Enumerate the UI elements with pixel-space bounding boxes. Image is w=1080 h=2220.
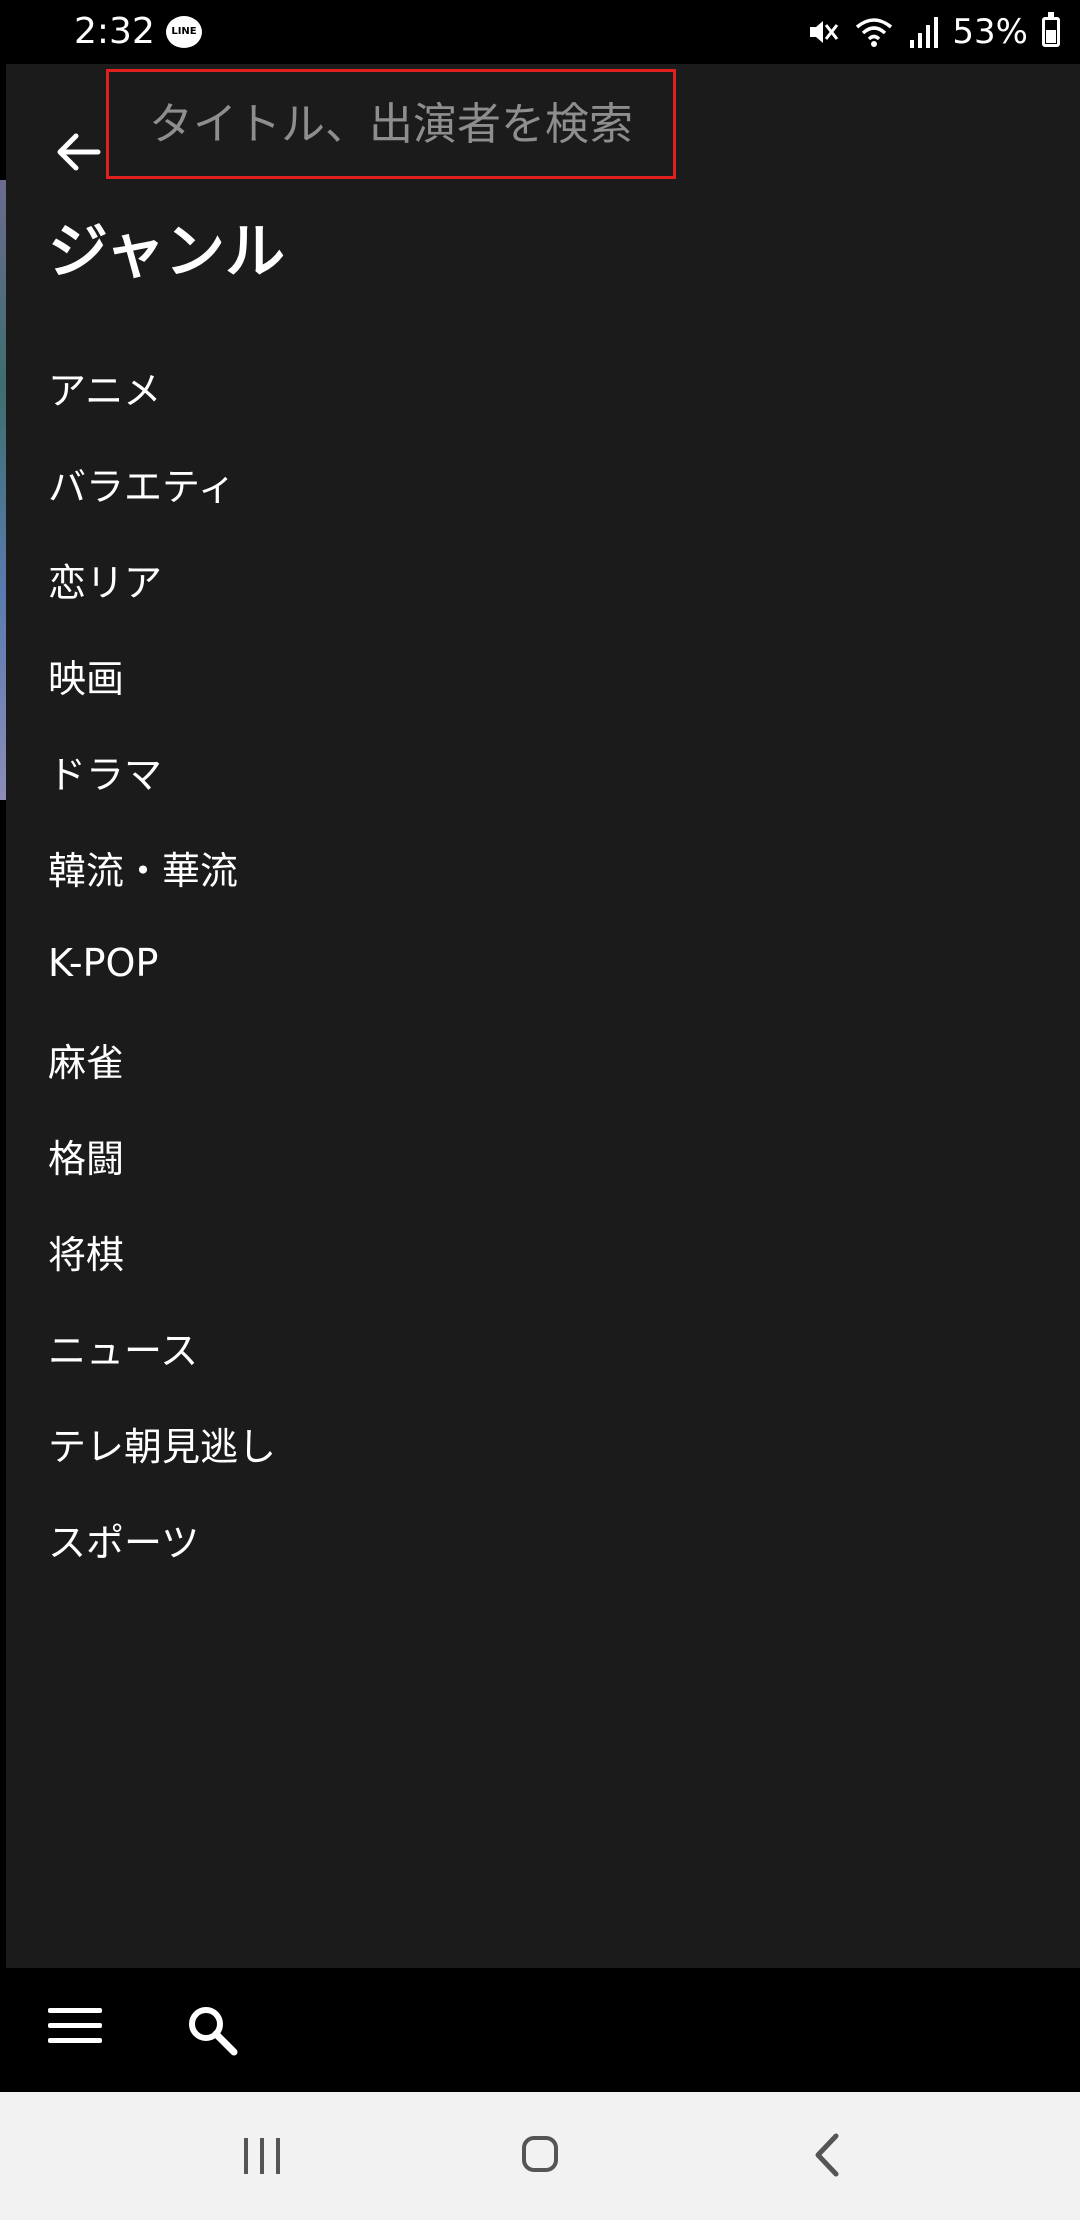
signal-icon (910, 17, 939, 48)
status-indicators: 53% (806, 10, 1060, 54)
recents-icon[interactable] (244, 2138, 280, 2174)
system-navigation-bar (0, 2092, 1080, 2220)
battery-icon (1042, 12, 1060, 47)
bottom-app-bar (0, 1968, 1080, 2092)
battery-percentage: 53% (952, 12, 1028, 52)
status-bar: 2:32 LINE 53% (0, 0, 1080, 64)
search-input[interactable] (121, 97, 661, 151)
genre-item-sports[interactable]: スポーツ (6, 1476, 1080, 1602)
arrow-left-icon (57, 133, 101, 171)
hamburger-menu-icon (48, 2008, 102, 2043)
home-icon[interactable] (522, 2136, 558, 2172)
wifi-icon (856, 18, 893, 47)
status-time: 2:32 (74, 11, 155, 52)
genre-heading: ジャンル (48, 217, 285, 287)
search-genre-panel: ジャンル アニメ バラエティ 恋リア 映画 ドラマ 韓流・華流 K-POP 麻雀… (6, 64, 1080, 1968)
search-box[interactable] (106, 69, 676, 179)
back-button[interactable] (48, 122, 108, 182)
vibrate-mute-icon (810, 21, 839, 43)
search-button[interactable] (184, 2002, 240, 2058)
chevron-left-icon[interactable] (808, 2132, 848, 2178)
search-icon (189, 2007, 238, 2056)
menu-button[interactable] (48, 2008, 102, 2054)
line-notification-icon: LINE (166, 16, 202, 48)
genre-list: アニメ バラエティ 恋リア 映画 ドラマ 韓流・華流 K-POP 麻雀 格闘 将… (6, 334, 1080, 1602)
